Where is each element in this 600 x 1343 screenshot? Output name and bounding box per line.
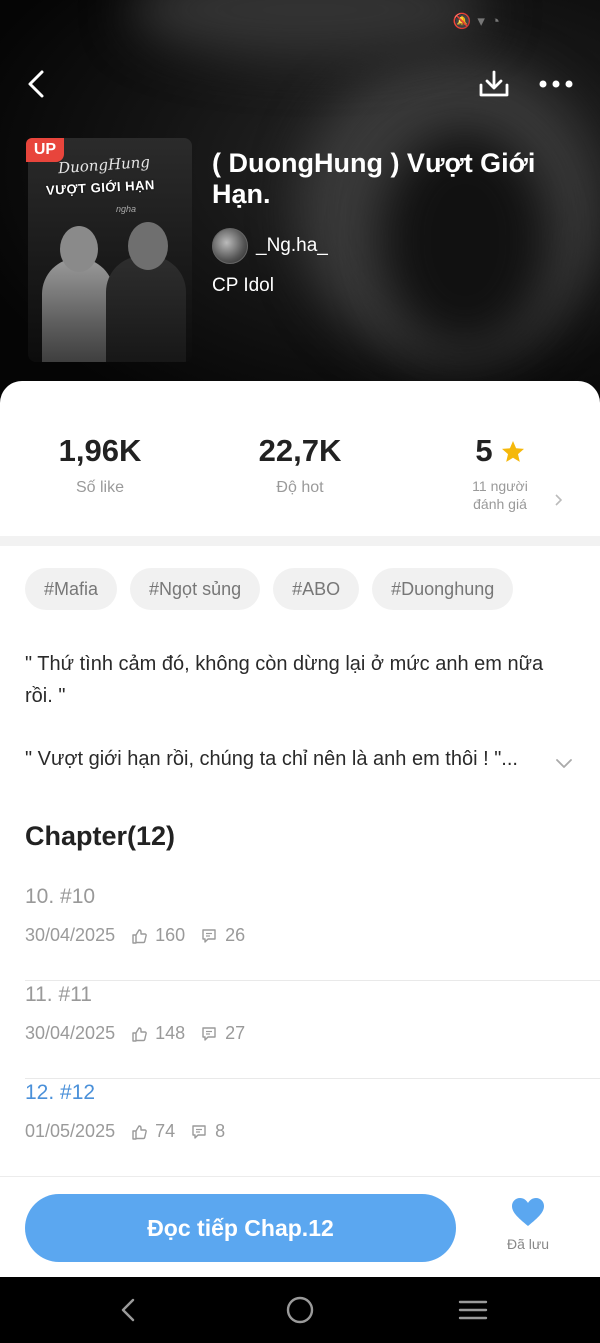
rating-count-label: 11 người đánh giá	[400, 477, 600, 513]
likes-stat: 1,96K Số like	[0, 433, 200, 497]
system-navigation-bar	[0, 1277, 600, 1343]
background-blur	[130, 0, 490, 60]
chapter-meta: 30/04/2025 148 27	[25, 1023, 261, 1044]
description-line: " Vượt giới hạn rồi, chúng ta chỉ nên là…	[25, 748, 518, 770]
chapter-meta: 01/05/2025 74 8	[25, 1121, 241, 1142]
rating-value: 5	[475, 433, 493, 468]
hot-value: 22,7K	[258, 433, 342, 468]
chapter-date: 30/04/2025	[25, 925, 116, 945]
system-home-icon	[286, 1296, 314, 1324]
chapter-item[interactable]: 11. #11 30/04/2025 148 27	[0, 981, 600, 1079]
chapter-comments: 27	[225, 1023, 246, 1043]
tag-chip[interactable]: #ABO	[273, 568, 360, 610]
chapter-likes: 74	[155, 1121, 176, 1141]
likes-value: 1,96K	[58, 433, 142, 468]
tag-chip[interactable]: #Ngọt sủng	[130, 568, 261, 610]
likes-label: Số like	[75, 479, 125, 496]
story-detail-sheet: 1,96K Số like 22,7K Độ hot 5 11 người đá…	[0, 381, 600, 1277]
cover-title-text: VƯỢT GIỚI HẠN	[45, 177, 156, 198]
story-category[interactable]: CP Idol	[212, 275, 274, 297]
saved-button[interactable]: Đã lưu	[496, 1197, 560, 1252]
chapter-comments: 26	[225, 925, 246, 945]
chapter-title: 11. #11	[25, 983, 92, 1006]
comment-icon	[191, 1124, 207, 1140]
author-name: _Ng.ha_	[256, 235, 328, 256]
story-title: ( DuongHung ) Vượt Giới Hạn.	[212, 148, 536, 209]
chevron-down-icon	[556, 758, 572, 768]
more-horizontal-icon	[539, 80, 573, 88]
download-icon	[479, 70, 509, 97]
heart-icon	[512, 1198, 544, 1226]
chapter-list-heading: Chapter(12)	[25, 821, 176, 851]
cover-figure	[60, 226, 98, 272]
cover-signature: ngha	[116, 204, 137, 214]
hot-stat: 22,7K Độ hot	[200, 433, 400, 497]
chapter-date: 01/05/2025	[25, 1121, 116, 1141]
chevron-left-icon	[28, 70, 44, 98]
star-icon	[501, 440, 524, 462]
hot-label: Độ hot	[276, 479, 324, 496]
section-divider	[0, 536, 600, 546]
bottom-action-bar: Đọc tiếp Chap.12 Đã lưu	[0, 1176, 600, 1277]
chapter-title: 10. #10	[25, 885, 96, 908]
system-recents-button[interactable]	[453, 1293, 493, 1327]
cover-script-text: DuongHung	[57, 152, 151, 178]
like-icon	[131, 928, 147, 944]
cover-figure	[42, 258, 114, 362]
chapter-item-current[interactable]: 12. #12 01/05/2025 74 8	[0, 1079, 600, 1177]
system-back-icon	[121, 1298, 135, 1322]
rating-value-row: 5	[400, 433, 600, 469]
status-bar-icons: 🔕▾◔	[452, 13, 506, 30]
chapter-comments: 8	[215, 1121, 226, 1141]
like-icon	[131, 1026, 147, 1042]
system-back-button[interactable]	[108, 1293, 148, 1327]
tag-chip[interactable]: #Mafia	[25, 568, 118, 610]
chapter-meta: 30/04/2025 160 26	[25, 925, 261, 946]
system-home-button[interactable]	[280, 1293, 320, 1327]
cover-figure	[128, 222, 168, 270]
rating-caption-text: đánh giá	[473, 496, 527, 512]
update-badge: UP	[26, 138, 64, 162]
cover-figure	[106, 256, 186, 362]
more-button[interactable]	[534, 62, 578, 106]
chapter-item[interactable]: 10. #10 30/04/2025 160 26	[0, 883, 600, 981]
chapter-title: 12. #12	[25, 1081, 96, 1104]
author-avatar	[212, 228, 248, 264]
comment-icon	[201, 928, 217, 944]
expand-description-button[interactable]	[550, 749, 578, 777]
back-button[interactable]	[14, 62, 58, 106]
cover-image[interactable]: DuongHung VƯỢT GIỚI HẠN ngha	[28, 138, 192, 362]
comment-icon	[201, 1026, 217, 1042]
continue-reading-button[interactable]: Đọc tiếp Chap.12	[25, 1194, 456, 1262]
rating-stat[interactable]: 5 11 người đánh giá	[400, 433, 600, 513]
like-icon	[131, 1124, 147, 1140]
rating-count-text: 11 người	[472, 478, 528, 494]
download-button[interactable]	[472, 62, 516, 106]
chapter-likes: 160	[155, 925, 186, 945]
chapter-likes: 148	[155, 1023, 186, 1043]
author-link[interactable]: _Ng.ha_	[212, 228, 328, 264]
tag-chip[interactable]: #Duonghung	[372, 568, 514, 610]
story-header: 🔕▾◔ DuongHung VƯỢT GIỚI HẠN ngha UP ( Du…	[0, 0, 600, 420]
chapter-date: 30/04/2025	[25, 1023, 116, 1043]
tag-list: #Mafia #Ngọt sủng #ABO #Duonghung	[25, 568, 514, 610]
saved-label: Đã lưu	[506, 1236, 550, 1252]
system-menu-icon	[458, 1300, 488, 1320]
stats-row: 1,96K Số like 22,7K Độ hot 5 11 người đá…	[0, 381, 600, 536]
chevron-right-icon	[554, 493, 563, 511]
description-line: " Thứ tình cảm đó, không còn dừng lại ở …	[25, 653, 544, 707]
story-description: " Thứ tình cảm đó, không còn dừng lại ở …	[25, 648, 555, 775]
